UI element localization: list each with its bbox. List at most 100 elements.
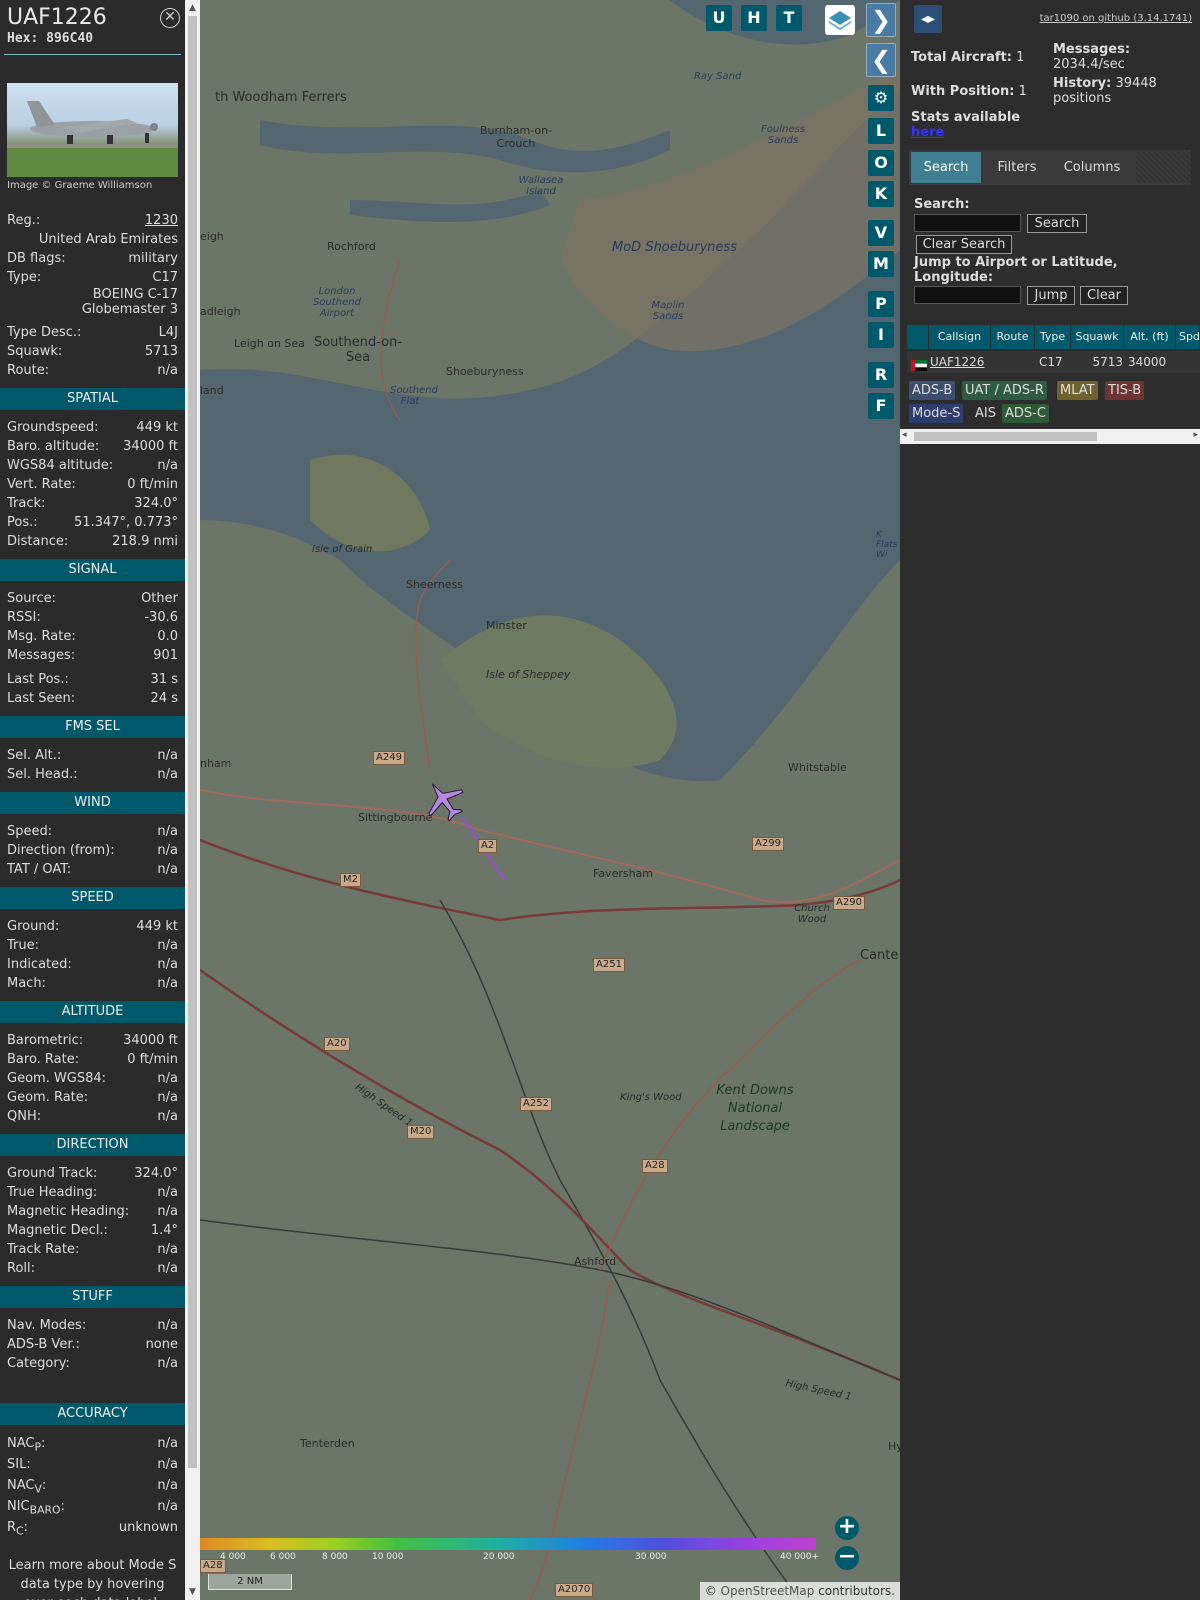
- spatial-row-label[interactable]: WGS84 altitude:: [7, 456, 113, 475]
- signal-row-label[interactable]: Messages:: [7, 646, 75, 665]
- tab-columns[interactable]: Columns: [1052, 152, 1132, 183]
- clear-search-button[interactable]: Clear Search: [916, 235, 1012, 254]
- wind-row-label[interactable]: Speed:: [7, 822, 52, 841]
- altitude-row-label[interactable]: QNH:: [7, 1107, 41, 1126]
- column-type[interactable]: Type: [1035, 325, 1071, 349]
- expand-right-button[interactable]: ❯: [866, 3, 896, 37]
- side-button-l[interactable]: L: [868, 118, 894, 144]
- signal-row-label[interactable]: Source:: [7, 589, 56, 608]
- side-button-k[interactable]: K: [868, 181, 894, 207]
- side-button-f[interactable]: F: [868, 393, 894, 419]
- source-chip-ads-c[interactable]: ADS-C: [1002, 404, 1049, 423]
- direction-row-label[interactable]: Roll:: [7, 1259, 35, 1278]
- source-chip-ads-b[interactable]: ADS-B: [909, 381, 956, 400]
- aircraft-plane-icon[interactable]: [422, 778, 466, 822]
- altitude-row-label[interactable]: Geom. WGS84:: [7, 1069, 106, 1088]
- altitude-row-label[interactable]: Baro. Rate:: [7, 1050, 79, 1069]
- fms-row-label[interactable]: Sel. Head.:: [7, 765, 78, 784]
- side-button-v[interactable]: V: [868, 220, 894, 246]
- speed-row-label[interactable]: Mach:: [7, 974, 46, 993]
- spatial-row-label[interactable]: Track:: [7, 494, 45, 513]
- map-view[interactable]: th Woodham Ferrers Burnham-on-Crouch Wal…: [200, 0, 900, 1600]
- close-icon[interactable]: ✕: [160, 8, 180, 28]
- zoom-out-button[interactable]: −: [835, 1546, 859, 1570]
- source-chip-mlat[interactable]: MLAT: [1057, 381, 1098, 400]
- source-chip-tis-b[interactable]: TIS-B: [1105, 381, 1145, 400]
- column-callsign[interactable]: Callsign: [929, 325, 991, 349]
- search-button[interactable]: Search: [1027, 214, 1087, 233]
- rc-label[interactable]: RC:: [7, 1517, 28, 1538]
- row-callsign[interactable]: UAF1226: [930, 352, 984, 372]
- stats-link[interactable]: here: [911, 125, 944, 140]
- signal-row-label[interactable]: Last Pos.:: [7, 670, 69, 689]
- fms-row-label[interactable]: Sel. Alt.:: [7, 746, 61, 765]
- settings-button[interactable]: ⚙: [868, 85, 894, 111]
- scroll-down-icon[interactable]: ▼: [185, 1585, 200, 1599]
- direction-row-label[interactable]: Magnetic Decl.:: [7, 1221, 108, 1240]
- nacp-label[interactable]: NACP:: [7, 1433, 45, 1454]
- stuff-row-label[interactable]: ADS-B Ver.:: [7, 1335, 80, 1354]
- side-button-o[interactable]: O: [868, 150, 894, 176]
- direction-row-label[interactable]: True Heading:: [7, 1183, 97, 1202]
- stuff-row-label[interactable]: Category:: [7, 1354, 70, 1373]
- wind-row-label[interactable]: Direction (from):: [7, 841, 115, 860]
- tab-search[interactable]: Search: [911, 152, 981, 183]
- spatial-row-label[interactable]: Baro. altitude:: [7, 437, 99, 456]
- signal-row-label[interactable]: Last Seen:: [7, 689, 75, 708]
- direction-row-label[interactable]: Ground Track:: [7, 1164, 97, 1183]
- altitude-row-label[interactable]: Geom. Rate:: [7, 1088, 88, 1107]
- toolbar-button-u[interactable]: U: [706, 5, 732, 31]
- column-route[interactable]: Route: [991, 325, 1035, 349]
- github-link[interactable]: tar1090 on github (3.14.1741): [1040, 13, 1192, 24]
- column-altitude[interactable]: Alt. (ft): [1124, 325, 1176, 349]
- speed-row-label[interactable]: True:: [7, 936, 39, 955]
- scroll-up-icon[interactable]: ▲: [185, 1, 200, 15]
- signal-row-label[interactable]: Msg. Rate:: [7, 627, 76, 646]
- wind-row-label[interactable]: TAT / OAT:: [7, 860, 71, 879]
- direction-row-label[interactable]: Magnetic Heading:: [7, 1202, 129, 1221]
- side-button-r[interactable]: R: [868, 362, 894, 388]
- nacv-label[interactable]: NACV:: [7, 1475, 46, 1496]
- aircraft-photo[interactable]: [7, 83, 178, 177]
- side-button-m[interactable]: M: [868, 251, 894, 277]
- source-chip-uat-ads-r[interactable]: UAT / ADS-R: [962, 381, 1047, 400]
- source-chip-ais[interactable]: AIS: [972, 404, 999, 423]
- layers-button[interactable]: [825, 5, 855, 35]
- search-input[interactable]: [914, 214, 1021, 232]
- panel-horizontal-scrollbar[interactable]: ◂ ▸: [900, 429, 1200, 444]
- column-speed[interactable]: Spd: [1176, 325, 1200, 349]
- column-squawk[interactable]: Squawk: [1071, 325, 1124, 349]
- scrollbar-thumb[interactable]: [188, 16, 197, 1468]
- hscroll-thumb[interactable]: [914, 432, 1097, 441]
- reg-link[interactable]: 1230: [145, 211, 178, 230]
- clear-button[interactable]: Clear: [1080, 286, 1128, 305]
- scroll-left-icon[interactable]: ◂: [902, 430, 907, 440]
- collapse-left-button[interactable]: ❮: [866, 43, 896, 77]
- spatial-row-label[interactable]: Vert. Rate:: [7, 475, 76, 494]
- spatial-row-label[interactable]: Groundspeed:: [7, 418, 98, 437]
- scroll-right-icon[interactable]: ▸: [1193, 430, 1198, 440]
- zoom-in-button[interactable]: +: [835, 1516, 859, 1540]
- speed-row-label[interactable]: Ground:: [7, 917, 59, 936]
- reg-value[interactable]: 1230: [145, 213, 178, 228]
- jump-input[interactable]: [914, 286, 1021, 304]
- column-flag[interactable]: [907, 325, 929, 349]
- nic-label[interactable]: NICBARO:: [7, 1496, 65, 1517]
- sidebar-scrollbar[interactable]: ▲ ▼: [185, 0, 200, 1600]
- side-button-p[interactable]: P: [868, 291, 894, 317]
- altitude-row-label[interactable]: Barometric:: [7, 1031, 83, 1050]
- source-chip-mode-s[interactable]: Mode-S: [909, 404, 964, 423]
- signal-row-label[interactable]: RSSI:: [7, 608, 41, 627]
- osm-link[interactable]: OpenStreetMap: [721, 1584, 815, 1598]
- stuff-row-label[interactable]: Nav. Modes:: [7, 1316, 86, 1335]
- toolbar-button-h[interactable]: H: [741, 5, 767, 31]
- resize-panel-button[interactable]: ◂▸: [914, 5, 942, 33]
- spatial-row-label[interactable]: Pos.:: [7, 513, 38, 532]
- jump-button[interactable]: Jump: [1027, 286, 1075, 305]
- toolbar-button-t[interactable]: T: [776, 5, 802, 31]
- side-button-i[interactable]: I: [868, 322, 894, 348]
- direction-row-label[interactable]: Track Rate:: [7, 1240, 79, 1259]
- speed-row-label[interactable]: Indicated:: [7, 955, 72, 974]
- spatial-row-label[interactable]: Distance:: [7, 532, 68, 551]
- tab-filters[interactable]: Filters: [984, 152, 1050, 183]
